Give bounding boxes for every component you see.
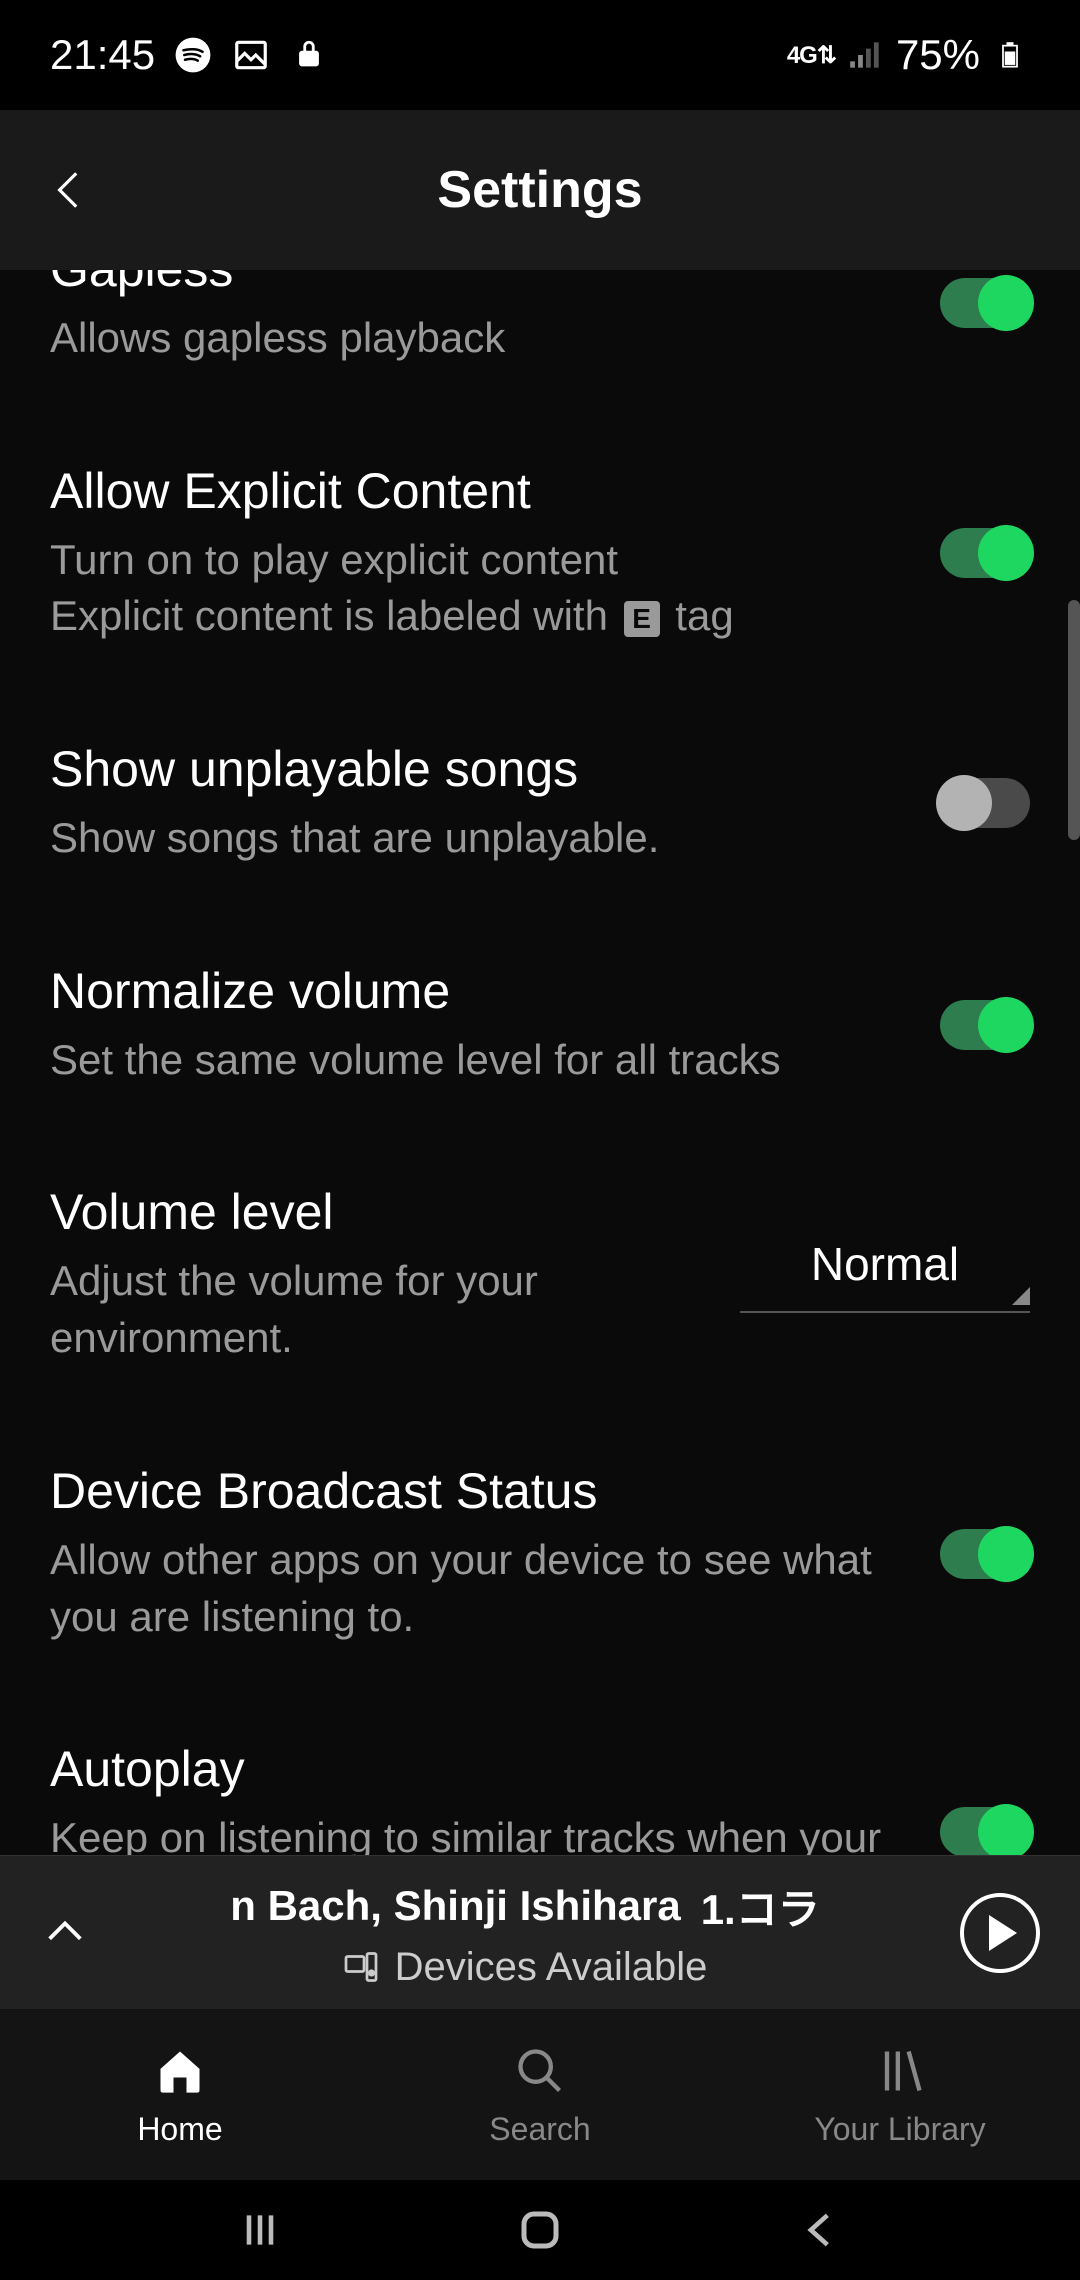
nav-label: Home xyxy=(137,2111,222,2148)
setting-desc: Adjust the volume for your environment. xyxy=(50,1253,710,1366)
play-button[interactable] xyxy=(960,1893,1040,1973)
toggle-broadcast[interactable] xyxy=(940,1529,1030,1579)
play-icon xyxy=(989,1915,1017,1951)
settings-list[interactable]: Gapless Allows gapless playback Allow Ex… xyxy=(0,270,1080,1855)
setting-desc: Turn on to play explicit content Explici… xyxy=(50,532,910,645)
toggle-explicit[interactable] xyxy=(940,528,1030,578)
battery-percent: 75% xyxy=(896,31,980,79)
back-button-system[interactable] xyxy=(790,2200,850,2260)
toggle-unplayable[interactable] xyxy=(940,778,1030,828)
setting-autoplay[interactable]: Autoplay Keep on listening to similar tr… xyxy=(50,1690,1030,1855)
home-button[interactable] xyxy=(510,2200,570,2260)
library-icon xyxy=(872,2043,928,2099)
setting-title: Show unplayable songs xyxy=(50,740,910,798)
now-playing-artist: n Bach, Shinji Ishihara xyxy=(230,1882,680,1930)
status-bar: 21:45 4G⇅ 75% xyxy=(0,0,1080,110)
setting-desc: Keep on listening to similar tracks when… xyxy=(50,1810,910,1855)
setting-title: Volume level xyxy=(50,1183,710,1241)
settings-header: Settings xyxy=(0,110,1080,270)
nav-home[interactable]: Home xyxy=(0,2010,360,2180)
spotify-icon xyxy=(173,35,213,75)
recent-apps-button[interactable] xyxy=(230,2200,290,2260)
nav-label: Search xyxy=(489,2111,590,2148)
nav-search[interactable]: Search xyxy=(360,2010,720,2180)
explicit-tag-icon: E xyxy=(624,601,660,637)
scrollbar[interactable] xyxy=(1068,600,1080,840)
image-icon xyxy=(231,35,271,75)
toggle-gapless[interactable] xyxy=(940,278,1030,328)
signal-icon xyxy=(846,35,886,75)
expand-player-button[interactable] xyxy=(40,1908,90,1958)
setting-broadcast[interactable]: Device Broadcast Status Allow other apps… xyxy=(50,1412,1030,1690)
setting-gapless[interactable]: Gapless Allows gapless playback xyxy=(50,270,1030,412)
setting-desc: Show songs that are unplayable. xyxy=(50,810,910,867)
page-title: Settings xyxy=(437,160,642,220)
setting-unplayable[interactable]: Show unplayable songs Show songs that ar… xyxy=(50,690,1030,912)
setting-desc: Allows gapless playback xyxy=(50,310,910,367)
setting-normalize[interactable]: Normalize volume Set the same volume lev… xyxy=(50,912,1030,1134)
toggle-autoplay[interactable] xyxy=(940,1807,1030,1855)
setting-desc: Allow other apps on your device to see w… xyxy=(50,1532,910,1645)
devices-available-button[interactable]: Devices Available xyxy=(120,1945,930,1990)
battery-icon xyxy=(990,35,1030,75)
setting-title: Normalize volume xyxy=(50,962,910,1020)
now-playing-title: 1.コラ xyxy=(701,1876,820,1937)
setting-desc: Set the same volume level for all tracks xyxy=(50,1032,910,1089)
volume-level-dropdown[interactable]: Normal xyxy=(740,1237,1030,1313)
home-icon xyxy=(152,2043,208,2099)
dropdown-arrow-icon xyxy=(1012,1287,1030,1305)
lock-icon xyxy=(289,35,329,75)
setting-title: Allow Explicit Content xyxy=(50,462,910,520)
setting-title: Device Broadcast Status xyxy=(50,1462,910,1520)
setting-title: Autoplay xyxy=(50,1740,910,1798)
setting-volume-level[interactable]: Volume level Adjust the volume for your … xyxy=(50,1133,1030,1411)
setting-explicit[interactable]: Allow Explicit Content Turn on to play e… xyxy=(50,412,1030,690)
now-playing-bar[interactable]: n Bach, Shinji Ishihara 1.コラ Devices Ava… xyxy=(0,1855,1080,2010)
nav-label: Your Library xyxy=(814,2111,985,2148)
nav-library[interactable]: Your Library xyxy=(720,2010,1080,2180)
toggle-normalize[interactable] xyxy=(940,1000,1030,1050)
setting-title: Gapless xyxy=(50,270,910,298)
network-4g-icon: 4G⇅ xyxy=(787,41,836,70)
dropdown-value: Normal xyxy=(740,1237,1030,1291)
system-nav-bar xyxy=(0,2180,1080,2280)
status-time: 21:45 xyxy=(50,31,155,79)
back-button[interactable] xyxy=(40,160,100,220)
bottom-nav: Home Search Your Library xyxy=(0,2010,1080,2180)
search-icon xyxy=(512,2043,568,2099)
